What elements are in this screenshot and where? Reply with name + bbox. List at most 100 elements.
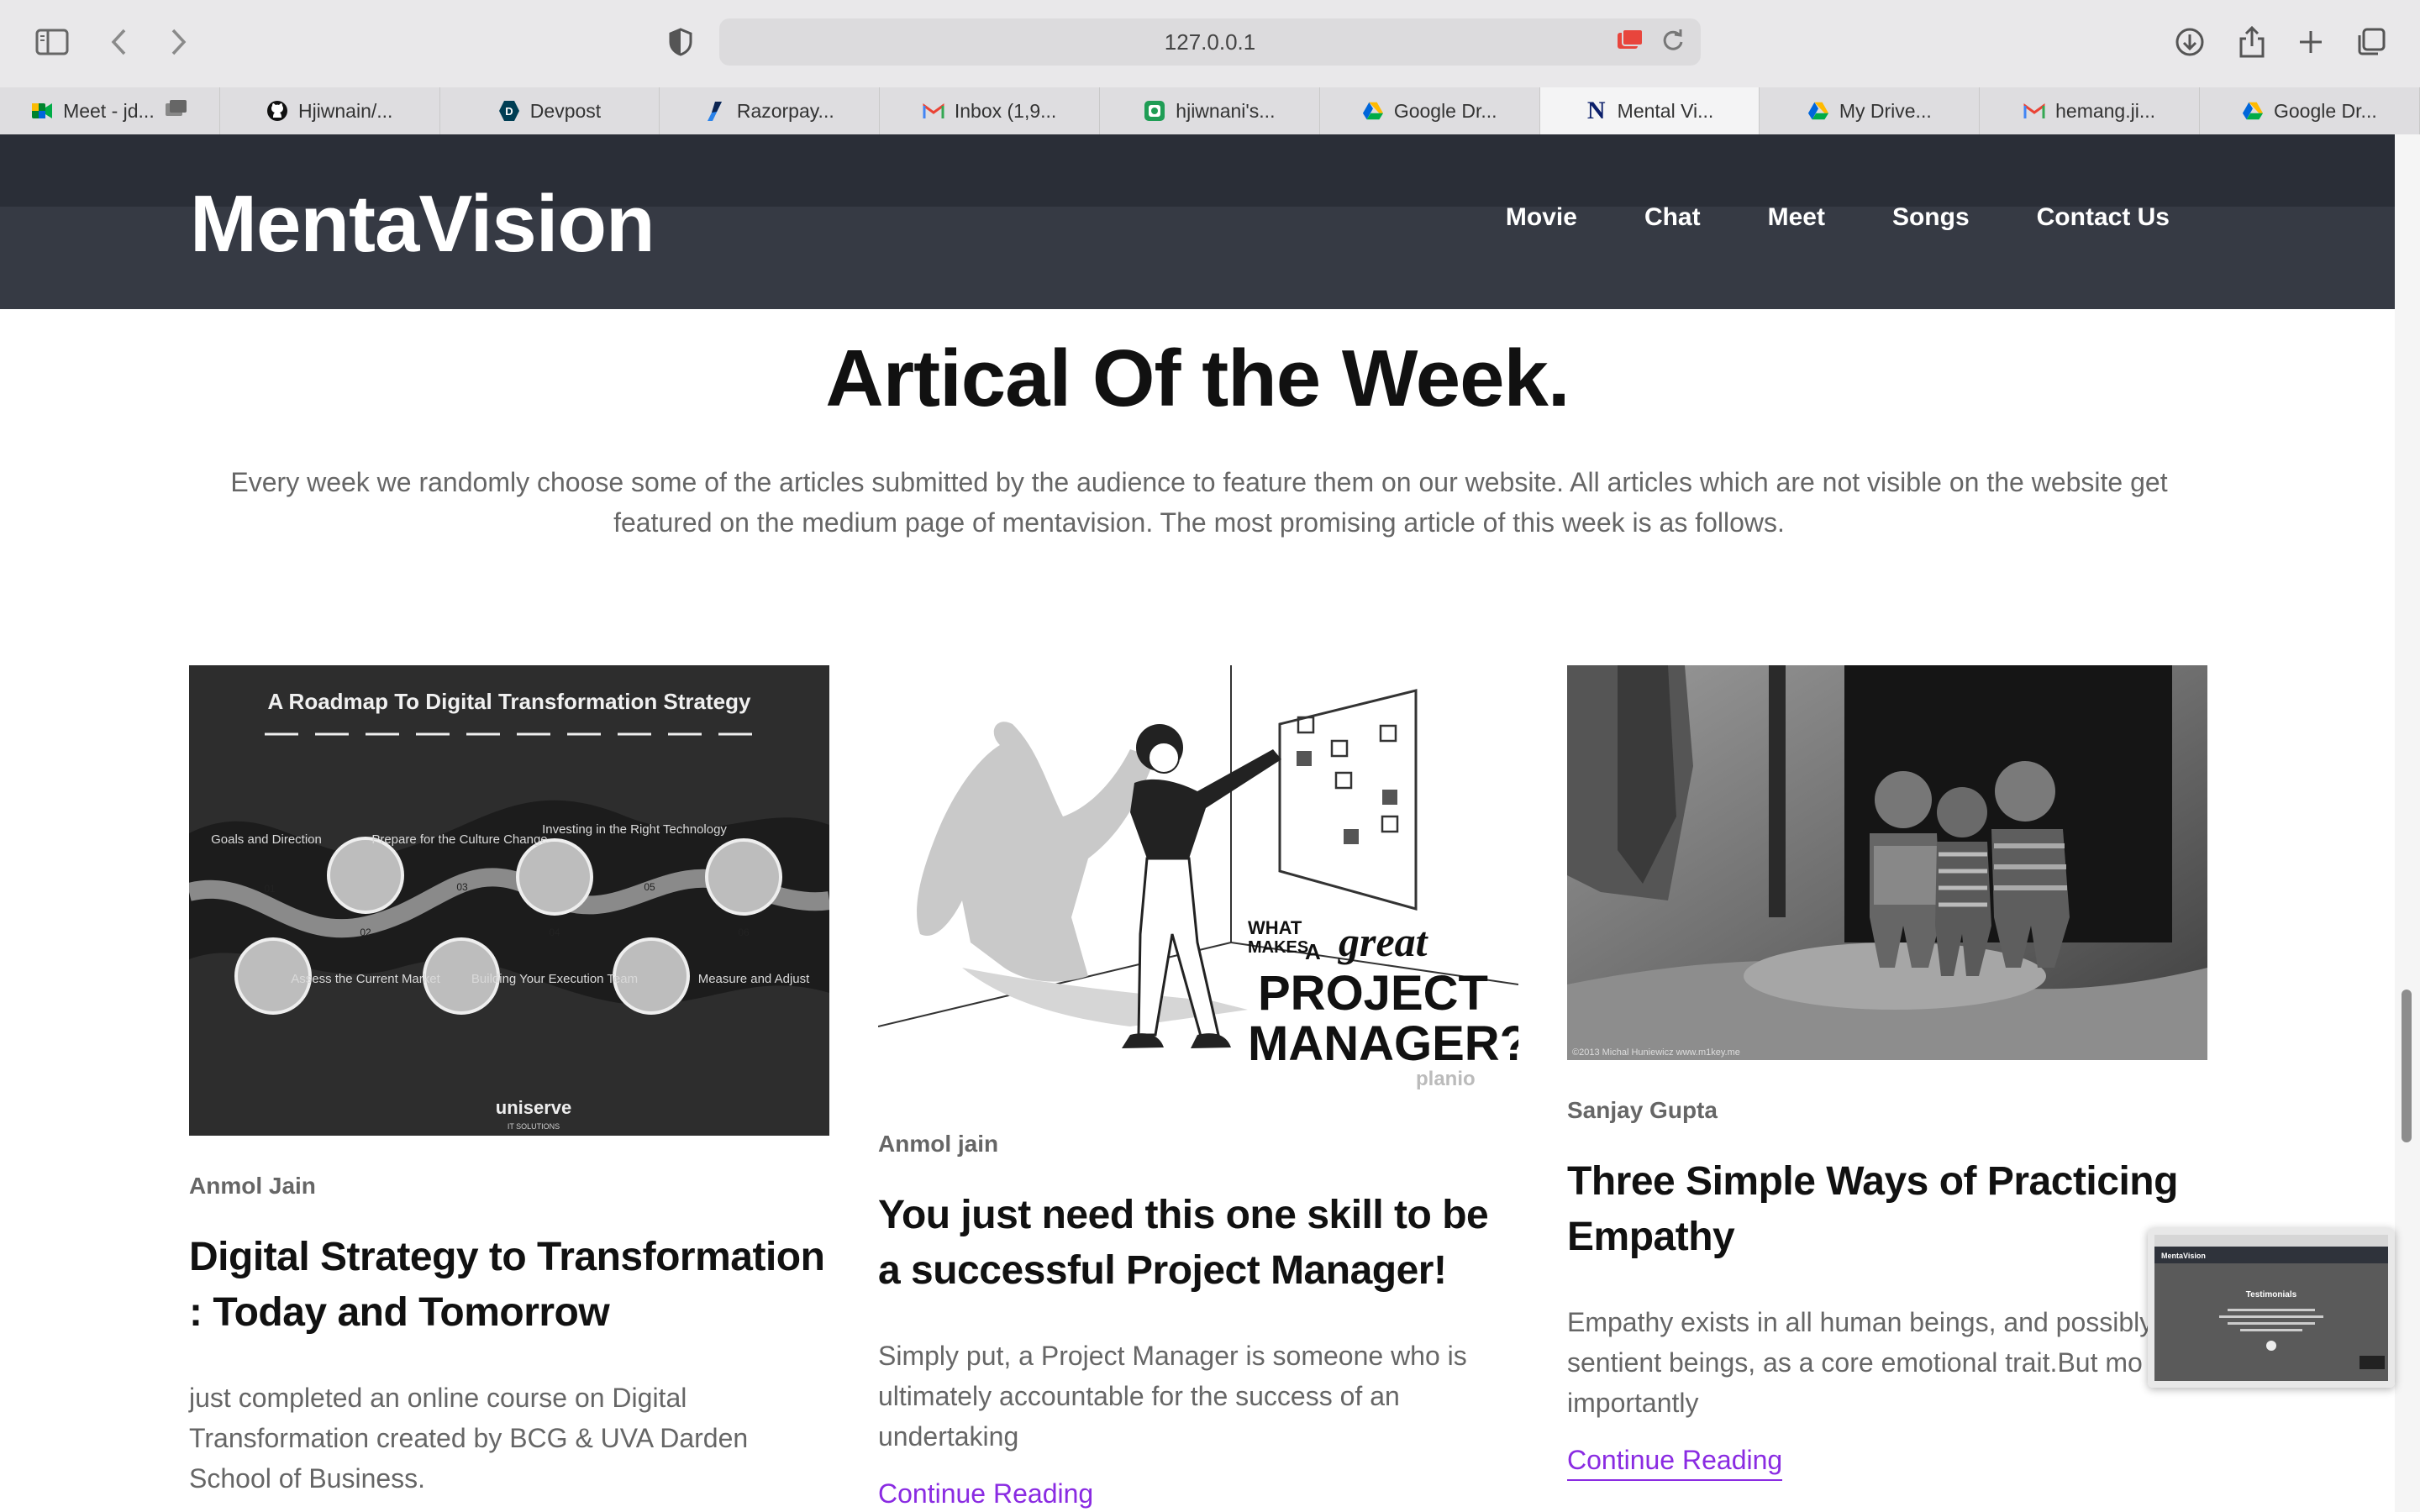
main-nav: Movie Chat Meet Songs Contact Us [1506, 203, 2170, 232]
uniserve-logo: uniserve [496, 1097, 572, 1118]
tab-hemang-mail[interactable]: hemang.ji... [1980, 87, 2200, 134]
pm-text-great: great [1338, 918, 1429, 965]
devpost-icon: D [498, 100, 520, 122]
step-badge: 05 [644, 881, 655, 893]
nav-contact-us[interactable]: Contact Us [2037, 203, 2170, 232]
tab-label: hjiwnani's... [1176, 99, 1276, 122]
continue-reading-link[interactable]: Continue Reading [878, 1478, 1093, 1512]
google-drive-icon [2242, 100, 2264, 122]
step-label: Building Your Execution Team [471, 972, 638, 986]
gmail-icon [923, 100, 944, 122]
step-label: Investing in the Right Technology [542, 822, 727, 837]
step-badge: 03 [456, 881, 468, 893]
step-label: Assess the Current Market [291, 972, 440, 986]
tab-hjiwnani[interactable]: hjiwnani's... [1100, 87, 1320, 134]
tab-bar: Meet - jd... Hjiwnain/... D Devpost Razo… [0, 87, 2420, 135]
tab-mental-vision[interactable]: N Mental Vi... [1539, 87, 1760, 134]
roadmap-heading: A Roadmap To Digital Transformation Stra… [268, 689, 751, 714]
step-label: Prepare for the Culture Change [371, 832, 547, 847]
browser-toolbar: 127.0.0.1 [0, 0, 2420, 88]
sidebar-toggle-icon[interactable] [30, 20, 74, 64]
tab-label: Mental Vi... [1617, 99, 1714, 122]
section-description: Every week we randomly choose some of th… [230, 467, 2168, 538]
razorpay-icon [705, 100, 727, 122]
tab-label: Google Dr... [1393, 99, 1497, 122]
step-badge: 01 [264, 883, 276, 895]
article-image[interactable]: A Roadmap To Digital Transformation Stra… [189, 665, 829, 1136]
tab-google-drive-2[interactable]: Google Dr... [2200, 87, 2420, 134]
tab-label: hemang.ji... [2055, 99, 2156, 122]
planio-watermark: planio [1416, 1068, 1476, 1090]
nav-chat[interactable]: Chat [1644, 203, 1701, 232]
pm-text-a: A [1305, 939, 1321, 964]
back-icon[interactable] [97, 20, 141, 64]
google-drive-icon [1362, 100, 1384, 122]
pm-text-what: WHAT [1248, 917, 1302, 938]
step-badge: 04 [549, 927, 560, 938]
tab-audio-icon[interactable] [165, 99, 188, 123]
share-icon[interactable] [2230, 20, 2274, 64]
nav-meet[interactable]: Meet [1768, 203, 1825, 232]
screen-share-icon[interactable] [1617, 29, 1644, 58]
preview-logo: MentaVision [2161, 1252, 2206, 1260]
address-bar[interactable]: 127.0.0.1 [719, 18, 1701, 66]
uniserve-tagline: IT SOLUTIONS [508, 1122, 560, 1131]
tab-label: My Drive... [1839, 99, 1932, 122]
notion-icon: N [1586, 97, 1606, 124]
photo-credit: ©2013 Michal Huniewicz www.m1key.me [1572, 1047, 1740, 1058]
article-title[interactable]: Three Simple Ways of Practicing Empathy [1567, 1154, 2207, 1265]
tab-label: Razorpay... [736, 99, 834, 122]
tab-label: Inbox (1,9... [954, 99, 1057, 122]
step-badge: 06 [738, 927, 750, 938]
page-scrollbar[interactable] [2395, 134, 2420, 1512]
continue-reading-link[interactable]: Continue Reading [1567, 1445, 1783, 1481]
nav-movie[interactable]: Movie [1506, 203, 1577, 232]
gmail-icon [2023, 100, 2045, 122]
tab-devpost[interactable]: D Devpost [440, 87, 660, 134]
tab-overview-icon[interactable] [2349, 20, 2393, 64]
article-author: Sanjay Gupta [1567, 1097, 1718, 1123]
nav-songs[interactable]: Songs [1892, 203, 1970, 232]
article-card: WHAT MAKES A great PROJECT MANAGER? plan… [878, 665, 1518, 1512]
article-card: A Roadmap To Digital Transformation Stra… [189, 665, 829, 1499]
article-title[interactable]: You just need this one skill to be a suc… [878, 1188, 1518, 1299]
google-meet-icon [31, 100, 53, 122]
google-drive-icon [1807, 100, 1829, 122]
tab-google-drive[interactable]: Google Dr... [1320, 87, 1540, 134]
article-excerpt: just completed an online course on Digit… [189, 1383, 749, 1494]
forward-icon[interactable] [156, 20, 200, 64]
article-author: Anmol jain [878, 1131, 999, 1157]
section-title: Artical Of the Week. [825, 333, 1570, 423]
site-header: MentaVision Movie Chat Meet Songs Contac… [0, 134, 2395, 309]
tab-meet[interactable]: Meet - jd... [0, 87, 220, 134]
site-logo[interactable]: MentaVision [190, 178, 655, 270]
svg-text:D: D [505, 105, 513, 118]
tab-label: Google Dr... [2274, 99, 2377, 122]
privacy-shield-icon[interactable] [659, 20, 702, 64]
github-icon [266, 100, 288, 122]
new-tab-icon[interactable] [2289, 20, 2333, 64]
article-card: ©2013 Michal Huniewicz www.m1key.me Sanj… [1567, 665, 2207, 1481]
tab-label: Devpost [529, 99, 602, 122]
article-author: Anmol Jain [189, 1173, 316, 1199]
pm-text-manager: MANAGER? [1248, 1016, 1518, 1071]
tab-razorpay[interactable]: Razorpay... [660, 87, 881, 134]
step-label: Measure and Adjust [698, 972, 810, 986]
tab-inbox[interactable]: Inbox (1,9... [880, 87, 1100, 134]
article-image[interactable]: WHAT MAKES A great PROJECT MANAGER? plan… [878, 665, 1518, 1094]
tab-github[interactable]: Hjiwnain/... [220, 87, 440, 134]
pm-text-project: PROJECT [1258, 966, 1488, 1021]
scrollbar-thumb[interactable] [2402, 990, 2412, 1142]
tab-label: Meet - jd... [63, 99, 155, 122]
article-title[interactable]: Digital Strategy to Transformation : Tod… [189, 1230, 829, 1341]
article-excerpt: Empathy exists in all human beings, and … [1567, 1307, 2154, 1418]
screenshot-preview-thumbnail[interactable]: MentaVision Testimonials [2148, 1228, 2395, 1388]
article-image[interactable]: ©2013 Michal Huniewicz www.m1key.me [1567, 665, 2207, 1060]
downloads-icon[interactable] [2168, 20, 2212, 64]
reload-icon[interactable] [1662, 29, 1684, 58]
page-viewport: MentaVision Movie Chat Meet Songs Contac… [0, 134, 2395, 1512]
step-label: Goals and Direction [211, 832, 322, 847]
article-excerpt: Simply put, a Project Manager is someone… [878, 1341, 1467, 1452]
tab-my-drive[interactable]: My Drive... [1760, 87, 1981, 134]
step-badge: 02 [360, 927, 371, 938]
